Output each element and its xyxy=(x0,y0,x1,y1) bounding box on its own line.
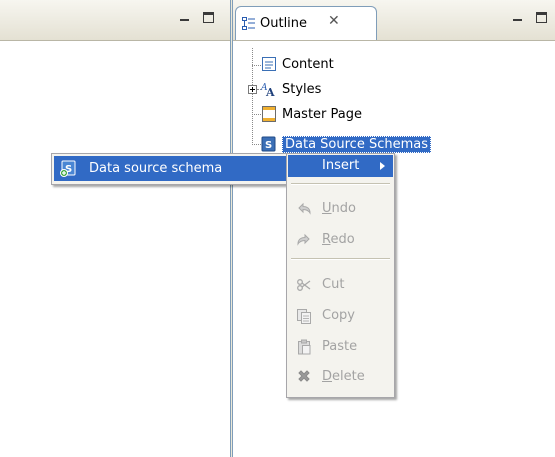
menu-item-label: Undo xyxy=(322,201,356,216)
insert-submenu: S Data source schema xyxy=(51,153,289,185)
delete-icon xyxy=(298,370,310,382)
data-source-schemas-icon: S xyxy=(261,136,276,152)
menu-item-undo[interactable]: Undo xyxy=(288,198,393,220)
menu-item-label: Paste xyxy=(322,339,358,354)
menu-item-label: Copy xyxy=(322,308,355,323)
master-page-icon xyxy=(262,106,276,122)
menu-item-copy[interactable]: Copy xyxy=(288,305,393,327)
tab-outline-label: Outline xyxy=(260,16,308,31)
context-menu: Insert Undo Redo Cut Copy Paste Delete xyxy=(286,153,395,398)
content-icon xyxy=(262,57,276,71)
menu-item-cut[interactable]: Cut xyxy=(288,274,393,296)
tree-item-label: Data Source Schemas xyxy=(282,135,431,153)
left-view-header xyxy=(0,0,230,41)
tree-item-label: Styles xyxy=(282,81,322,97)
menu-item-data-source-schema[interactable]: S Data source schema xyxy=(54,156,286,181)
tree-item-content[interactable]: Content xyxy=(261,54,334,74)
menu-item-paste[interactable]: Paste xyxy=(288,336,393,358)
maximize-icon[interactable] xyxy=(203,12,214,23)
menu-item-label: Data source schema xyxy=(89,161,223,176)
scissors-icon xyxy=(297,279,311,291)
expand-styles-icon[interactable] xyxy=(248,85,257,94)
tree-item-label: Content xyxy=(282,56,334,72)
minimize-icon[interactable] xyxy=(513,14,522,21)
close-icon[interactable]: ✕ xyxy=(328,13,340,29)
tree-item-label: Master Page xyxy=(282,106,362,122)
copy-icon xyxy=(297,309,311,324)
menu-item-label: Insert xyxy=(322,158,360,173)
tree-item-data-source-schemas[interactable]: S Data Source Schemas xyxy=(261,134,431,154)
chevron-right-icon xyxy=(380,162,385,170)
minimize-icon[interactable] xyxy=(180,14,189,21)
data-source-schema-icon: S xyxy=(60,160,76,177)
menu-item-label: Redo xyxy=(322,232,355,247)
outline-icon xyxy=(242,17,255,30)
menu-item-label: Cut xyxy=(322,277,345,292)
undo-icon xyxy=(298,202,311,215)
paste-icon xyxy=(298,339,311,355)
tree-item-styles[interactable]: A A Styles xyxy=(261,79,321,99)
menu-item-insert[interactable]: Insert xyxy=(288,155,393,177)
tab-outline[interactable]: Outline ✕ xyxy=(235,6,377,40)
outline-view-header: Outline ✕ xyxy=(233,0,555,41)
menu-separator xyxy=(291,258,390,260)
svg-text:A: A xyxy=(265,86,275,97)
menu-item-delete[interactable]: Delete xyxy=(288,366,393,388)
styles-icon: A A xyxy=(261,83,275,97)
redo-icon xyxy=(297,233,310,246)
maximize-icon[interactable] xyxy=(536,12,547,23)
menu-item-redo[interactable]: Redo xyxy=(288,229,393,251)
tree-item-master-page[interactable]: Master Page xyxy=(261,104,362,124)
menu-item-label: Delete xyxy=(322,369,365,384)
svg-text:S: S xyxy=(265,140,272,151)
left-view-panel xyxy=(0,0,231,457)
menu-separator xyxy=(291,183,390,185)
